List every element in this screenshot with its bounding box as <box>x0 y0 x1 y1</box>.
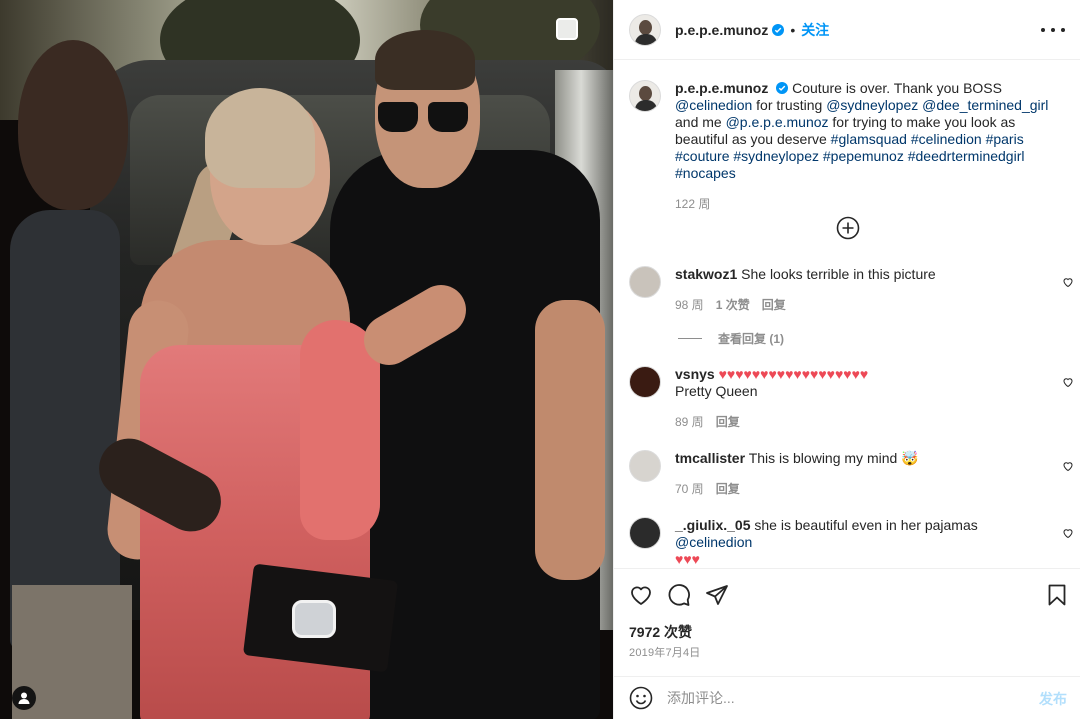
comment-mention-link[interactable]: @celinedion <box>675 534 752 550</box>
multi-select-icon[interactable] <box>556 18 578 40</box>
photo-left-man-head <box>18 40 128 210</box>
comment-time[interactable]: 70 周 <box>675 481 704 498</box>
comment-likes[interactable]: 1 次赞 <box>716 297 750 314</box>
caption-link[interactable]: @celinedion <box>675 97 752 113</box>
reply-button[interactable]: 回复 <box>716 414 740 431</box>
caption-text-segment: and me <box>675 114 726 130</box>
photo-clutch-gem <box>292 600 336 638</box>
instagram-post-view: p.e.p.e.munoz • 关注 p.e.p.e.munoz Couture… <box>0 0 1080 719</box>
caption-text-segment: Couture is over. Thank you BOSS <box>792 80 1002 96</box>
emoji-smiley-icon[interactable] <box>629 686 653 710</box>
caption-time[interactable]: 122 周 <box>675 196 1069 213</box>
caption-link[interactable]: @dee_termined_girl <box>922 97 1048 113</box>
photo-right-man-arm <box>535 300 605 580</box>
load-more-comments-icon[interactable] <box>836 216 860 240</box>
comment-bubble-icon[interactable] <box>667 583 691 607</box>
view-replies-button[interactable]: 查看回复 (1) <box>678 330 784 347</box>
avatar[interactable] <box>629 366 661 398</box>
verified-badge-icon <box>772 23 785 36</box>
sunglasses <box>378 102 470 136</box>
comment-item: tmcallister This is blowing my mind 🤯 70… <box>629 450 1074 498</box>
separator-dot: • <box>790 21 796 38</box>
caption-link[interactable]: #paris <box>986 131 1024 147</box>
comment-username[interactable]: stakwoz1 <box>675 266 737 282</box>
comments-list[interactable]: p.e.p.e.munoz Couture is over. Thank you… <box>614 60 1080 568</box>
caption-link[interactable]: #glamsquad <box>831 131 907 147</box>
verified-badge-icon <box>776 82 789 94</box>
avatar[interactable] <box>629 266 661 298</box>
comment-text: This is blowing my mind 🤯 <box>748 450 919 466</box>
avatar[interactable] <box>629 13 661 46</box>
caption-link[interactable]: @sydneylopez <box>826 97 918 113</box>
avatar[interactable] <box>629 517 661 549</box>
post-caption: p.e.p.e.munoz Couture is over. Thank you… <box>629 80 1069 213</box>
comment-text-line2: Pretty Queen <box>675 383 758 399</box>
comment-time[interactable]: 89 周 <box>675 414 704 431</box>
follow-button[interactable]: 关注 <box>801 20 829 40</box>
caption-link[interactable]: #couture <box>675 148 729 164</box>
like-heart-icon[interactable] <box>629 583 653 607</box>
comment-item: stakwoz1 She looks terrible in this pict… <box>629 266 1074 314</box>
comment-username[interactable]: _.giulix._05 <box>675 517 750 533</box>
photo-right-man-hair <box>375 30 475 90</box>
comment-username[interactable]: tmcallister <box>675 450 745 466</box>
comment-time[interactable]: 98 周 <box>675 297 704 314</box>
reply-button[interactable]: 回复 <box>762 297 786 314</box>
post-header: p.e.p.e.munoz • 关注 <box>614 0 1080 60</box>
caption-link[interactable]: #celinedion <box>911 131 982 147</box>
post-date[interactable]: 2019年7月4日 <box>629 644 701 660</box>
more-options-icon[interactable] <box>1041 22 1065 38</box>
avatar[interactable] <box>629 80 661 112</box>
comment-text: She looks terrible in this picture <box>741 266 936 282</box>
post-username[interactable]: p.e.p.e.munoz <box>675 22 768 38</box>
comment-username[interactable]: vsnys <box>675 366 715 382</box>
caption-link[interactable]: @p.e.p.e.munoz <box>726 114 829 130</box>
add-comment-bar: 发布 <box>614 676 1080 719</box>
caption-link[interactable]: #deedrterminedgirl <box>908 148 1025 164</box>
comment-input[interactable] <box>667 690 1007 706</box>
caption-text-segment: for trusting <box>752 97 827 113</box>
post-photo[interactable] <box>0 0 613 719</box>
like-comment-heart-icon[interactable] <box>1062 527 1074 539</box>
comment-text-line2: ♥♥♥ <box>675 551 700 567</box>
like-comment-heart-icon[interactable] <box>1062 460 1074 472</box>
caption-username[interactable]: p.e.p.e.munoz <box>675 80 768 96</box>
photo-left-man <box>10 210 120 650</box>
tagged-user-icon[interactable] <box>12 686 36 710</box>
bookmark-save-icon[interactable] <box>1045 583 1069 607</box>
caption-link[interactable]: #sydneylopez <box>733 148 819 164</box>
like-comment-heart-icon[interactable] <box>1062 376 1074 388</box>
photo-woman-hair <box>205 88 315 188</box>
likes-count[interactable]: 7972 次赞 <box>629 622 692 642</box>
comment-text: ♥♥♥♥♥♥♥♥♥♥♥♥♥♥♥♥♥♥ <box>718 366 869 382</box>
comment-item: vsnys ♥♥♥♥♥♥♥♥♥♥♥♥♥♥♥♥♥♥ Pretty Queen 89… <box>629 366 1074 431</box>
share-send-icon[interactable] <box>705 583 729 607</box>
like-comment-heart-icon[interactable] <box>1062 276 1074 288</box>
view-replies-label: 查看回复 (1) <box>718 332 785 346</box>
reply-button[interactable]: 回复 <box>716 481 740 498</box>
post-comment-button[interactable]: 发布 <box>1039 689 1067 709</box>
caption-link[interactable]: #nocapes <box>675 165 736 181</box>
caption-link[interactable]: #pepemunoz <box>823 148 904 164</box>
post-actions: 7972 次赞 2019年7月4日 <box>614 568 1080 676</box>
post-side-panel: p.e.p.e.munoz • 关注 p.e.p.e.munoz Couture… <box>613 0 1080 719</box>
avatar[interactable] <box>629 450 661 482</box>
comment-item: _.giulix._05 she is beautiful even in he… <box>629 517 1074 568</box>
comment-text: she is beautiful even in her pajamas <box>754 517 978 533</box>
